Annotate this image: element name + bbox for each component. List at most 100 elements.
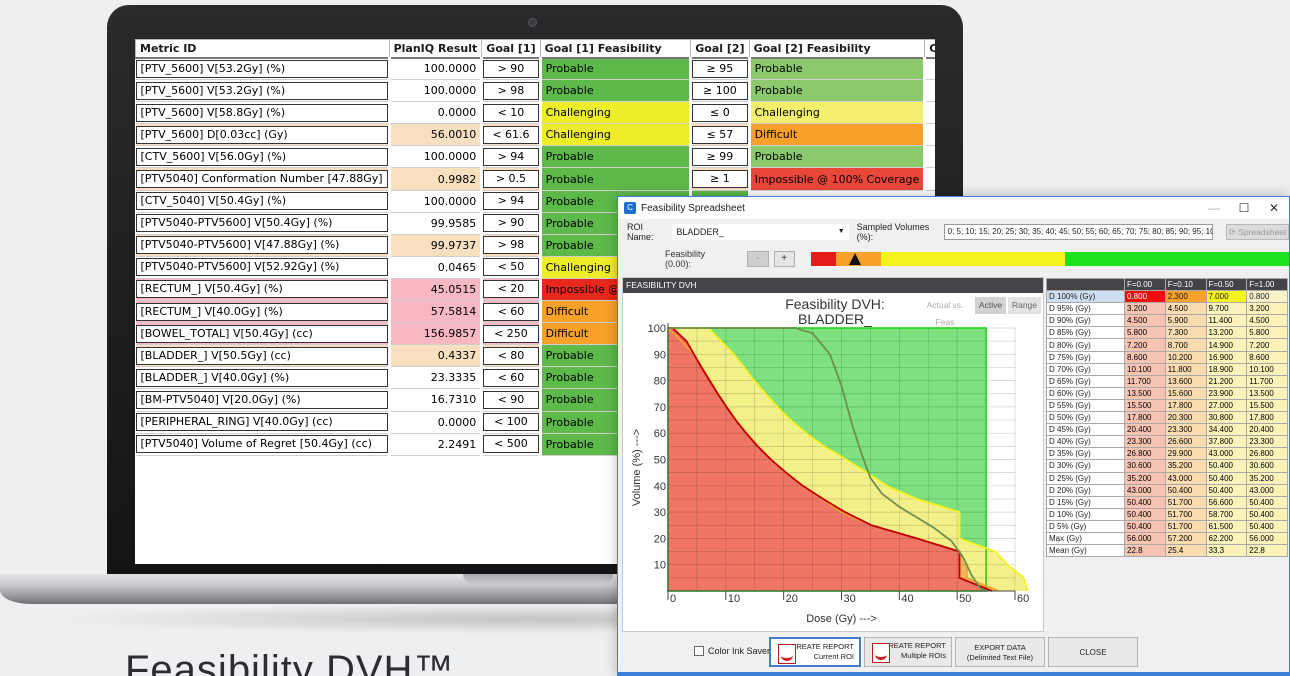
table-row[interactable]: D 65% (Gy) 11.700 13.600 21.200 11.700 bbox=[1046, 374, 1288, 388]
table-row[interactable]: [PTV5040] Conformation Number [47.88Gy] 0… bbox=[135, 167, 935, 191]
dose-value-cell: 56.600 bbox=[1205, 495, 1248, 509]
metric-goal1-cell: > 90 bbox=[481, 57, 542, 81]
table-row[interactable]: [PTV_5600] V[53.2Gy] (%) 100.0000 > 90 Prob… bbox=[135, 57, 935, 81]
metric-col-header[interactable]: Goal [2] bbox=[690, 39, 750, 59]
metric-result-cell: 16.7310 bbox=[389, 388, 484, 412]
sampled-volumes-label: Sampled Volumes (%): bbox=[856, 222, 930, 242]
metric-col-header[interactable]: Goal [1] bbox=[481, 39, 541, 59]
table-row[interactable]: [PTV_5600] D[0.03cc] (Gy) 56.0010 < 61.6 Ch… bbox=[135, 123, 935, 147]
dose-row-label: Max (Gy) bbox=[1046, 531, 1125, 546]
dose-row-label: D 5% (Gy) bbox=[1046, 519, 1125, 533]
window-titlebar: C Feasibility Spreadsheet — ☐ ✕ bbox=[618, 197, 1289, 219]
metric-metric-value: [BOWEL_TOTAL] V[50.4Gy] (cc) bbox=[135, 324, 387, 343]
table-row[interactable]: D 30% (Gy) 30.600 35.200 50.400 30.600 bbox=[1046, 459, 1288, 473]
minimize-icon[interactable]: — bbox=[1199, 201, 1229, 215]
metric-col-header[interactable]: Metric ID bbox=[135, 39, 390, 59]
close-icon[interactable]: ✕ bbox=[1259, 201, 1289, 215]
dose-col-header[interactable]: F=1.00 bbox=[1246, 277, 1288, 292]
export-data-button[interactable]: EXPORT DATA (Delimited Text File) bbox=[955, 637, 1045, 667]
dose-col-header[interactable]: F=0.50 bbox=[1205, 277, 1248, 292]
metric-metric-cell: [PTV5040] Volume of Regret [50.4Gy] (cc) bbox=[135, 433, 391, 456]
metric-comments-cell[interactable] bbox=[924, 101, 935, 125]
table-row[interactable]: Mean (Gy) 22.8 25.4 33.3 22.8 bbox=[1046, 544, 1288, 558]
dose-value-cell: 50.400 bbox=[1205, 471, 1248, 485]
metric-comments-cell[interactable] bbox=[924, 57, 935, 81]
dose-col-header[interactable]: F=0.00 bbox=[1124, 277, 1166, 292]
table-row[interactable]: D 80% (Gy) 7.200 8.700 14.900 7.200 bbox=[1046, 338, 1288, 352]
metric-metric-value: [BLADDER_] V[40.0Gy] (%) bbox=[135, 368, 387, 387]
x-tick-label: 30 bbox=[844, 593, 856, 605]
table-row[interactable]: D 45% (Gy) 20.400 23.300 34.400 20.400 bbox=[1046, 423, 1288, 437]
roi-name-select[interactable]: BLADDER_ ▼ bbox=[672, 224, 849, 240]
metric-feas1-cell: Probable bbox=[540, 167, 693, 191]
table-row[interactable]: D 10% (Gy) 50.400 51.700 58.700 50.400 bbox=[1046, 507, 1288, 521]
dose-col-header[interactable] bbox=[1046, 277, 1125, 292]
dose-value-cell: 17.800 bbox=[1246, 411, 1288, 425]
table-row[interactable]: D 55% (Gy) 15.500 17.800 27.000 15.500 bbox=[1046, 398, 1288, 413]
dose-value-cell: 58.700 bbox=[1205, 507, 1248, 521]
feasibility-slider[interactable] bbox=[810, 251, 1289, 266]
y-tick-label: 40 bbox=[654, 481, 666, 493]
metric-goal1-cell: < 10 bbox=[481, 101, 542, 125]
roi-name-value: BLADDER_ bbox=[676, 227, 724, 237]
dose-col-header[interactable]: F=0.10 bbox=[1164, 277, 1207, 292]
create-report-current-button[interactable]: CREATE REPORT Current ROI bbox=[769, 637, 861, 667]
metric-comments-cell[interactable] bbox=[924, 167, 935, 191]
metric-metric-cell: [PTV_5600] V[53.2Gy] (%) bbox=[135, 79, 391, 103]
table-row[interactable]: D 100% (Gy) 0.800 2.300 7.000 0.800 bbox=[1046, 290, 1288, 304]
dose-value-cell: 10.100 bbox=[1124, 362, 1166, 376]
metric-result-cell: 100.0000 bbox=[389, 145, 484, 169]
metric-col-header[interactable]: PlanIQ Result bbox=[388, 39, 483, 59]
table-row[interactable]: D 90% (Gy) 4.500 5.900 11.400 4.500 bbox=[1046, 314, 1288, 328]
color-ink-saver-label: Color Ink Saver bbox=[708, 646, 771, 656]
spreadsheet-button[interactable]: ⟳ Spreadsheet bbox=[1226, 224, 1289, 240]
sampled-volumes-input[interactable]: 0; 5; 10; 15; 20; 25; 30; 35; 40; 45; 50… bbox=[943, 224, 1214, 240]
metric-comments-cell[interactable] bbox=[924, 145, 935, 169]
dose-value-cell: 35.200 bbox=[1124, 471, 1166, 485]
table-row[interactable]: [CTV_5600] V[56.0Gy] (%) 100.0000 > 94 Prob… bbox=[135, 145, 935, 169]
close-button[interactable]: CLOSE bbox=[1048, 637, 1138, 667]
dose-row-label: D 40% (Gy) bbox=[1046, 435, 1125, 449]
metric-goal2-value: ≥ 1 bbox=[692, 170, 747, 189]
table-row[interactable]: [PTV_5600] V[53.2Gy] (%) 100.0000 > 98 Prob… bbox=[135, 79, 935, 103]
table-row[interactable]: D 50% (Gy) 17.800 20.300 30.800 17.800 bbox=[1046, 411, 1288, 425]
dose-row-label: D 100% (Gy) bbox=[1046, 290, 1125, 304]
table-row[interactable]: D 85% (Gy) 5.800 7.300 13.200 5.800 bbox=[1046, 326, 1288, 340]
metric-comments-cell[interactable] bbox=[924, 79, 935, 103]
metric-col-header[interactable]: Comments bbox=[924, 39, 935, 59]
table-row[interactable]: D 25% (Gy) 35.200 43.000 50.400 35.200 bbox=[1046, 471, 1288, 485]
increase-button[interactable]: + bbox=[773, 250, 795, 267]
y-axis-label: Volume (%) ---> bbox=[631, 429, 643, 506]
metric-comments-cell[interactable] bbox=[924, 123, 935, 147]
checkbox-icon[interactable] bbox=[694, 646, 704, 656]
metric-goal2-cell: ≥ 99 bbox=[690, 145, 751, 169]
table-row[interactable]: [PTV_5600] V[58.8Gy] (%) 0.0000 < 10 Challe… bbox=[135, 101, 935, 125]
metric-metric-value: [PTV_5600] V[53.2Gy] (%) bbox=[135, 59, 387, 78]
table-row[interactable]: Max (Gy) 56.000 57.200 62.200 56.000 bbox=[1046, 531, 1288, 546]
dose-value-cell: 27.000 bbox=[1205, 398, 1248, 413]
maximize-icon[interactable]: ☐ bbox=[1229, 201, 1259, 215]
table-row[interactable]: D 75% (Gy) 8.600 10.200 16.900 8.600 bbox=[1046, 350, 1288, 364]
table-row[interactable]: D 70% (Gy) 10.100 11.800 18.900 10.100 bbox=[1046, 362, 1288, 376]
table-row[interactable]: D 15% (Gy) 50.400 51.700 56.600 50.400 bbox=[1046, 495, 1288, 509]
table-row[interactable]: D 35% (Gy) 26.800 29.900 43.000 26.800 bbox=[1046, 447, 1288, 461]
metric-goal1-value: > 90 bbox=[483, 59, 538, 78]
feasibility-bar-segment bbox=[881, 251, 1066, 266]
metric-feas1-cell: Probable bbox=[540, 79, 693, 103]
metric-col-header[interactable]: Goal [2] Feasibility bbox=[748, 39, 926, 59]
decrease-button[interactable]: - bbox=[747, 250, 769, 267]
metric-col-header[interactable]: Goal [1] Feasibility bbox=[539, 39, 692, 59]
table-row[interactable]: D 20% (Gy) 43.000 50.400 50.400 43.000 bbox=[1046, 483, 1288, 497]
color-ink-saver-checkbox[interactable]: Color Ink Saver bbox=[694, 646, 770, 656]
metric-metric-cell: [PTV_5600] V[53.2Gy] (%) bbox=[135, 57, 391, 81]
metric-goal2-cell: ≤ 0 bbox=[690, 101, 751, 125]
metric-metric-cell: [BOWEL_TOTAL] V[50.4Gy] (cc) bbox=[135, 322, 391, 346]
create-report-multiple-button[interactable]: CREATE REPORT Multiple ROIs bbox=[864, 637, 952, 667]
table-row[interactable]: D 60% (Gy) 13.500 15.600 23.900 13.500 bbox=[1046, 386, 1288, 400]
table-row[interactable]: D 95% (Gy) 3.200 4.500 9.700 3.200 bbox=[1046, 302, 1288, 316]
table-row[interactable]: D 40% (Gy) 23.300 26.600 37.800 23.300 bbox=[1046, 435, 1288, 449]
feasibility-marker[interactable] bbox=[848, 252, 861, 265]
table-row[interactable]: D 5% (Gy) 50.400 51.700 61.500 50.400 bbox=[1046, 519, 1288, 533]
metric-metric-cell: [PTV5040-PTV5600] V[50.4Gy] (%) bbox=[135, 212, 391, 235]
metric-goal1-cell: < 80 bbox=[481, 344, 542, 368]
